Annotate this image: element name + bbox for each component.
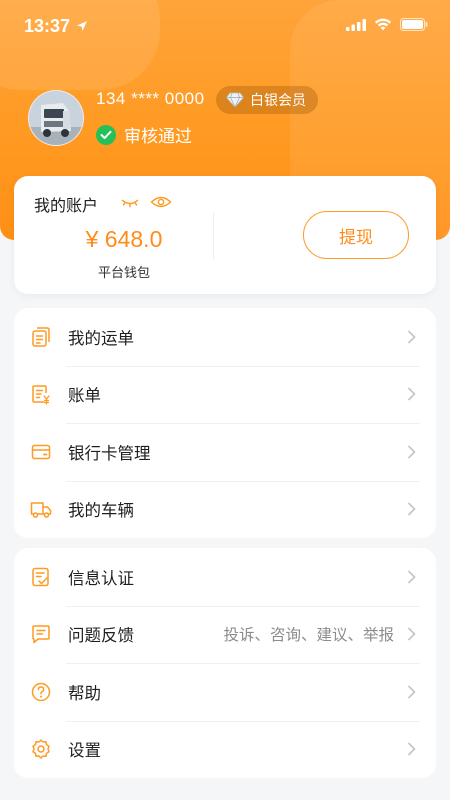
menu-group-primary: 我的运单 账单 银行卡管理 我的车辆 xyxy=(14,308,436,538)
chevron-right-icon xyxy=(407,685,416,699)
verify-status-label: 审核通过 xyxy=(124,127,192,147)
member-level: 白银会员 xyxy=(250,93,306,109)
chevron-right-icon xyxy=(407,742,416,756)
menu-item-bill[interactable]: 账单 xyxy=(14,365,436,424)
avatar[interactable] xyxy=(28,90,84,146)
help-icon xyxy=(31,682,51,701)
menu-label: 银行卡管理 xyxy=(68,443,151,463)
menu-item-waybill[interactable]: 我的运单 xyxy=(14,308,436,366)
location-arrow-icon xyxy=(77,21,87,31)
truck-photo xyxy=(29,91,83,145)
balance-amount: ¥ 648.0 xyxy=(85,226,163,252)
check-circle-icon xyxy=(96,124,116,145)
wifi-icon xyxy=(374,18,392,31)
settings-icon xyxy=(32,739,50,759)
status-bar: 13:37 xyxy=(0,0,450,54)
menu-label: 问题反馈 xyxy=(68,626,134,646)
menu-item-bank-card[interactable]: 银行卡管理 xyxy=(14,423,436,481)
menu-group-secondary: 信息认证 问题反馈 投诉、咨询、建议、举报 帮助 设置 xyxy=(14,548,436,778)
feedback-icon xyxy=(32,625,50,644)
bank-card-icon xyxy=(31,444,51,459)
member-badge[interactable]: 白银会员 xyxy=(216,86,318,114)
menu-item-help[interactable]: 帮助 xyxy=(14,663,436,721)
battery-icon xyxy=(400,18,428,31)
menu-item-settings[interactable]: 设置 xyxy=(14,720,436,779)
menu-item-vehicle[interactable]: 我的车辆 xyxy=(14,480,436,539)
diamond-icon xyxy=(226,92,244,108)
verify-status: 审核通过 xyxy=(96,122,192,147)
truck-icon xyxy=(30,502,52,518)
eye-open-icon[interactable] xyxy=(150,195,172,209)
menu-item-certification[interactable]: 信息认证 xyxy=(14,548,436,606)
account-card: 我的账户 ¥ 648.0 平台钱包 提现 xyxy=(14,176,436,294)
certification-icon xyxy=(32,567,49,586)
chevron-right-icon xyxy=(407,387,416,401)
bill-icon xyxy=(32,385,50,405)
chevron-right-icon xyxy=(407,445,416,459)
menu-label: 我的运单 xyxy=(68,328,134,348)
divider xyxy=(213,212,214,260)
chevron-right-icon xyxy=(407,330,416,344)
menu-label: 我的车辆 xyxy=(68,501,134,521)
waybill-icon xyxy=(32,327,50,347)
account-title: 我的账户 xyxy=(34,196,99,215)
status-icons xyxy=(346,18,428,31)
eye-closed-icon[interactable] xyxy=(120,198,140,208)
wallet-label: 平台钱包 xyxy=(97,266,150,281)
withdraw-button[interactable]: 提现 xyxy=(303,211,409,259)
chevron-right-icon xyxy=(407,570,416,584)
menu-label: 帮助 xyxy=(68,683,101,703)
menu-label: 信息认证 xyxy=(68,568,134,588)
menu-label: 设置 xyxy=(68,741,101,761)
signal-icon xyxy=(346,18,366,31)
chevron-right-icon xyxy=(407,502,416,516)
chevron-right-icon xyxy=(407,627,416,641)
phone-number: 134 **** 0000 xyxy=(96,89,205,108)
status-time: 13:37 xyxy=(24,16,71,36)
menu-label: 账单 xyxy=(68,386,101,406)
feedback-hint: 投诉、咨询、建议、举报 xyxy=(223,626,394,645)
menu-item-feedback[interactable]: 问题反馈 投诉、咨询、建议、举报 xyxy=(14,605,436,664)
